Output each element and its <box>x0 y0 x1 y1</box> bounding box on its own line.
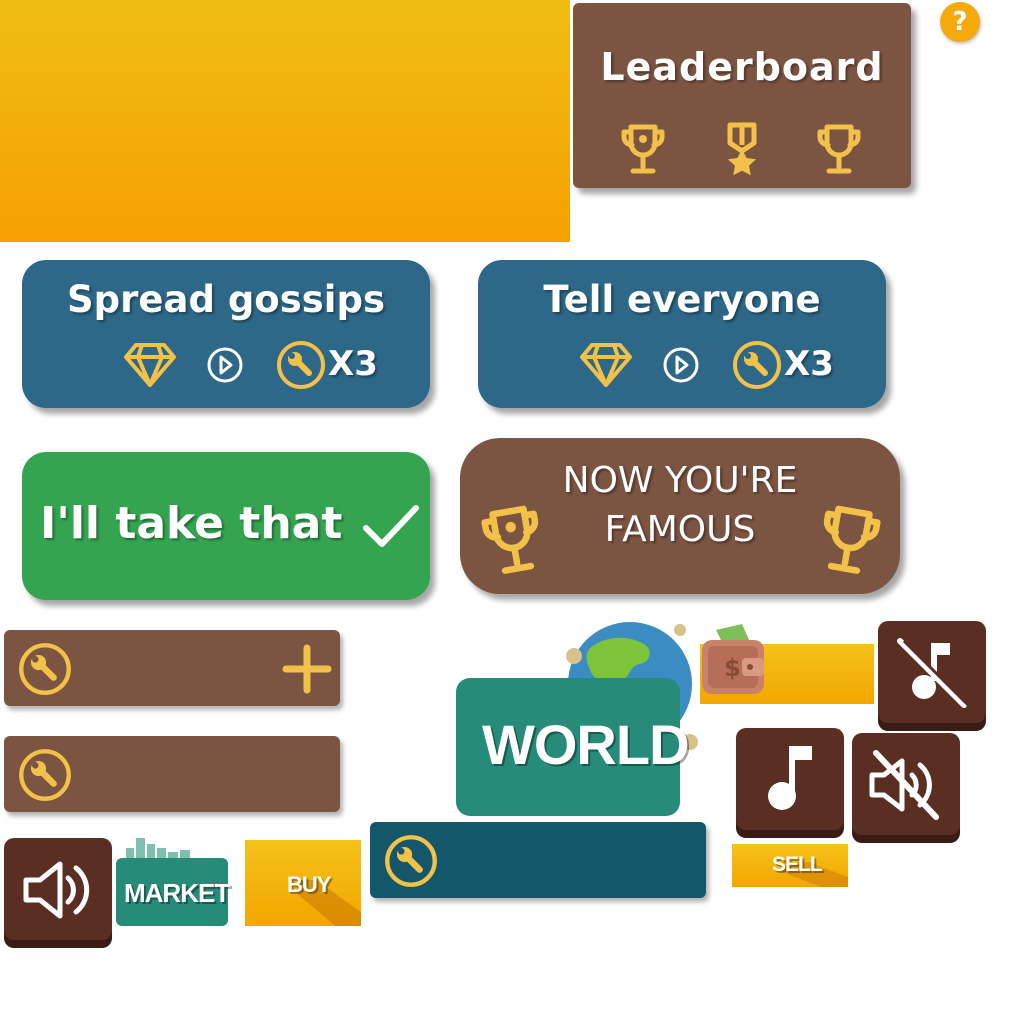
checkmark-icon <box>362 502 420 550</box>
action-title: Spread gossips <box>67 278 385 321</box>
plus-icon[interactable] <box>282 644 332 694</box>
play-icon <box>206 346 244 384</box>
market-button[interactable]: MARKET <box>116 836 230 928</box>
music-off-icon <box>894 635 970 711</box>
action-title: Tell everyone <box>543 278 821 321</box>
market-label: MARKET <box>124 878 230 908</box>
diamond-icon <box>124 342 176 388</box>
leaderboard-title: Leaderboard <box>600 45 884 89</box>
accept-label: I'll take that <box>40 498 343 549</box>
trophy-icon <box>815 123 863 175</box>
trophy-icon <box>475 501 552 579</box>
wallet-icon: $ <box>700 622 770 696</box>
wrench-icon <box>732 340 782 390</box>
music-icon <box>762 742 818 814</box>
spread-gossips-button[interactable]: Spread gossips X3 <box>22 260 430 408</box>
sell-button[interactable]: SELL <box>732 844 848 887</box>
header-banner <box>0 0 570 242</box>
wallet-bar[interactable]: $ <box>700 622 876 706</box>
wrench-icon <box>18 642 72 696</box>
tell-everyone-button[interactable]: Tell everyone X3 <box>478 260 886 408</box>
help-button[interactable]: ? <box>940 2 980 42</box>
mute-icon <box>868 749 944 821</box>
world-button[interactable]: WORLD <box>456 618 706 818</box>
svg-text:$: $ <box>724 654 741 682</box>
medal-icon <box>723 121 761 177</box>
wrench-icon <box>384 834 438 888</box>
speaker-icon <box>22 858 96 922</box>
multiplier-label: X3 <box>784 344 834 384</box>
sell-label: SELL <box>772 853 823 876</box>
buy-button[interactable]: BUY <box>245 840 361 926</box>
accept-button[interactable]: I'll take that <box>22 452 430 600</box>
sound-off-button[interactable] <box>852 733 960 835</box>
famous-banner: NOW YOU'RE FAMOUS <box>460 438 900 594</box>
sound-on-button[interactable] <box>4 838 112 940</box>
upgrade-bar-add[interactable] <box>4 630 340 706</box>
trophy-icon <box>811 501 888 579</box>
upgrade-bar-dark[interactable] <box>370 822 706 898</box>
music-off-button[interactable] <box>878 621 986 723</box>
music-on-button[interactable] <box>736 728 844 830</box>
buy-label: BUY <box>287 872 331 897</box>
trophy-icon <box>619 123 667 175</box>
play-icon <box>662 346 700 384</box>
multiplier-label: X3 <box>328 344 378 384</box>
diamond-icon <box>580 342 632 388</box>
leaderboard-panel[interactable]: Leaderboard <box>573 3 911 188</box>
question-icon: ? <box>952 7 968 37</box>
upgrade-bar[interactable] <box>4 736 340 812</box>
famous-line-1: NOW YOU'RE <box>562 460 798 501</box>
world-label: WORLD <box>482 713 690 776</box>
wrench-icon <box>18 748 72 802</box>
wrench-icon <box>276 340 326 390</box>
